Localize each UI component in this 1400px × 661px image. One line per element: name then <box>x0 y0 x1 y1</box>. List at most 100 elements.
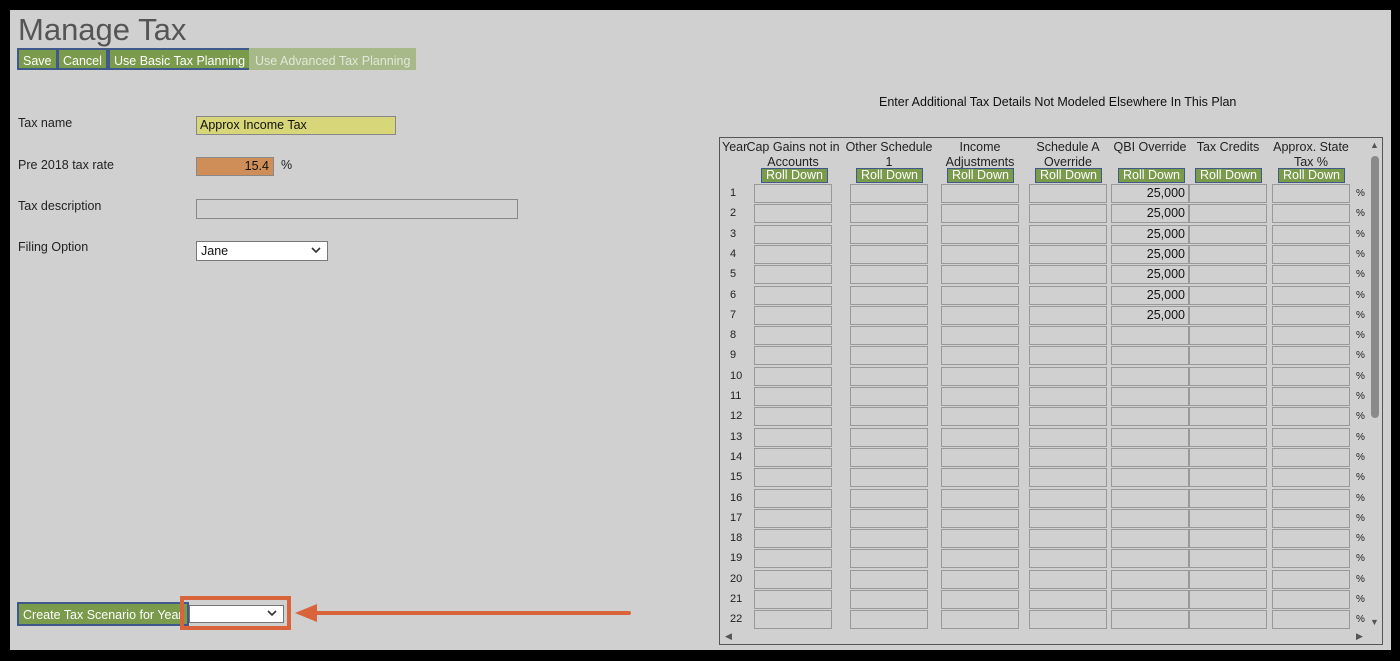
schedule-a-cell[interactable] <box>1029 427 1107 447</box>
other-schedule-1-cell[interactable] <box>850 265 928 285</box>
schedule-a-cell[interactable] <box>1029 549 1107 569</box>
income-adjustments-cell[interactable] <box>941 204 1019 224</box>
qbi-override-cell[interactable] <box>1111 346 1189 366</box>
schedule-a-cell[interactable] <box>1029 387 1107 406</box>
state-tax-cell[interactable] <box>1272 224 1350 244</box>
state-tax-cell[interactable] <box>1272 204 1350 224</box>
income-adjustments-cell[interactable] <box>941 590 1019 609</box>
other-schedule-1-cell[interactable] <box>850 204 928 224</box>
cap-gains-cell[interactable] <box>754 224 832 244</box>
tax-credits-cell[interactable] <box>1189 204 1267 224</box>
state-tax-cell[interactable] <box>1272 447 1350 467</box>
state-tax-cell[interactable] <box>1272 427 1350 447</box>
schedule-a-cell[interactable] <box>1029 590 1107 609</box>
tax-credits-cell[interactable] <box>1189 265 1267 285</box>
tax-credits-cell[interactable] <box>1189 610 1267 630</box>
qbi-override-cell[interactable] <box>1111 326 1189 346</box>
state-tax-cell[interactable] <box>1272 387 1350 406</box>
state-tax-cell[interactable] <box>1272 305 1350 325</box>
cap-gains-cell[interactable] <box>754 427 832 447</box>
tax-credits-cell[interactable] <box>1189 346 1267 366</box>
schedule-a-cell[interactable] <box>1029 366 1107 386</box>
income-adjustments-cell[interactable] <box>941 569 1019 589</box>
cap-gains-cell[interactable] <box>754 387 832 406</box>
tax-credits-cell[interactable] <box>1189 427 1267 447</box>
income-adjustments-cell[interactable] <box>941 224 1019 244</box>
cap-gains-cell[interactable] <box>754 488 832 508</box>
other-schedule-1-cell[interactable] <box>850 610 928 630</box>
other-schedule-1-cell[interactable] <box>850 346 928 366</box>
qbi-override-cell[interactable] <box>1111 549 1189 569</box>
schedule-a-cell[interactable] <box>1029 447 1107 467</box>
cap-gains-cell[interactable] <box>754 244 832 264</box>
schedule-a-cell[interactable] <box>1029 407 1107 427</box>
qbi-override-cell[interactable] <box>1111 427 1189 447</box>
schedule-a-cell[interactable] <box>1029 569 1107 589</box>
state-tax-cell[interactable] <box>1272 529 1350 549</box>
scenario-year-select[interactable] <box>189 605 284 623</box>
schedule-a-cell[interactable] <box>1029 346 1107 366</box>
cap-gains-cell[interactable] <box>754 326 832 346</box>
other-schedule-1-cell[interactable] <box>850 529 928 549</box>
tax-credits-cell[interactable] <box>1189 326 1267 346</box>
income-adjustments-cell[interactable] <box>941 468 1019 488</box>
state-tax-cell[interactable] <box>1272 508 1350 528</box>
income-adjustments-cell[interactable] <box>941 529 1019 549</box>
other-schedule-1-cell[interactable] <box>850 305 928 325</box>
state-tax-cell[interactable] <box>1272 407 1350 427</box>
state-tax-cell[interactable] <box>1272 326 1350 346</box>
schedule-a-cell[interactable] <box>1029 244 1107 264</box>
tax-credits-cell[interactable] <box>1189 508 1267 528</box>
income-adjustments-cell[interactable] <box>941 305 1019 325</box>
other-schedule-1-cell[interactable] <box>850 447 928 467</box>
vertical-scrollbar[interactable]: ▲ ▼ <box>1368 138 1382 644</box>
qbi-override-cell[interactable] <box>1111 387 1189 406</box>
schedule-a-cell[interactable] <box>1029 265 1107 285</box>
state-tax-cell[interactable] <box>1272 549 1350 569</box>
state-tax-cell[interactable] <box>1272 468 1350 488</box>
tax-credits-cell[interactable] <box>1189 224 1267 244</box>
schedule-a-cell[interactable] <box>1029 305 1107 325</box>
other-schedule-1-cell[interactable] <box>850 407 928 427</box>
other-schedule-1-cell[interactable] <box>850 326 928 346</box>
tax-credits-cell[interactable] <box>1189 488 1267 508</box>
schedule-a-cell[interactable] <box>1029 184 1107 203</box>
state-tax-cell[interactable] <box>1272 488 1350 508</box>
income-adjustments-roll-down-button[interactable]: Roll Down <box>947 168 1014 183</box>
qbi-override-cell[interactable] <box>1111 590 1189 609</box>
schedule-a-cell[interactable] <box>1029 224 1107 244</box>
cap-gains-cell[interactable] <box>754 265 832 285</box>
other-schedule-1-roll-down-button[interactable]: Roll Down <box>856 168 923 183</box>
state-tax-cell[interactable] <box>1272 184 1350 203</box>
income-adjustments-cell[interactable] <box>941 184 1019 203</box>
cap-gains-cell[interactable] <box>754 305 832 325</box>
other-schedule-1-cell[interactable] <box>850 366 928 386</box>
qbi-override-cell[interactable] <box>1111 569 1189 589</box>
income-adjustments-cell[interactable] <box>941 610 1019 630</box>
qbi-override-cell[interactable] <box>1111 529 1189 549</box>
other-schedule-1-cell[interactable] <box>850 508 928 528</box>
cap-gains-cell[interactable] <box>754 407 832 427</box>
qbi-override-cell[interactable] <box>1111 488 1189 508</box>
use-basic-tax-planning-button[interactable]: Use Basic Tax Planning <box>108 48 252 70</box>
cap-gains-cell[interactable] <box>754 590 832 609</box>
state-tax-cell[interactable] <box>1272 285 1350 305</box>
tax-credits-cell[interactable] <box>1189 244 1267 264</box>
cap-gains-cell[interactable] <box>754 285 832 305</box>
qbi-override-cell[interactable] <box>1111 407 1189 427</box>
cap-gains-cell[interactable] <box>754 569 832 589</box>
qbi-override-cell[interactable] <box>1111 468 1189 488</box>
scrollbar-thumb[interactable] <box>1371 156 1379 418</box>
cap-gains-cell[interactable] <box>754 549 832 569</box>
income-adjustments-cell[interactable] <box>941 244 1019 264</box>
other-schedule-1-cell[interactable] <box>850 549 928 569</box>
state-tax-cell[interactable] <box>1272 569 1350 589</box>
qbi-override-cell[interactable]: 25,000 <box>1111 204 1189 224</box>
schedule-a-roll-down-button[interactable]: Roll Down <box>1035 168 1102 183</box>
other-schedule-1-cell[interactable] <box>850 468 928 488</box>
cap-gains-cell[interactable] <box>754 508 832 528</box>
tax-description-input[interactable] <box>196 199 518 219</box>
schedule-a-cell[interactable] <box>1029 488 1107 508</box>
income-adjustments-cell[interactable] <box>941 508 1019 528</box>
other-schedule-1-cell[interactable] <box>850 184 928 203</box>
